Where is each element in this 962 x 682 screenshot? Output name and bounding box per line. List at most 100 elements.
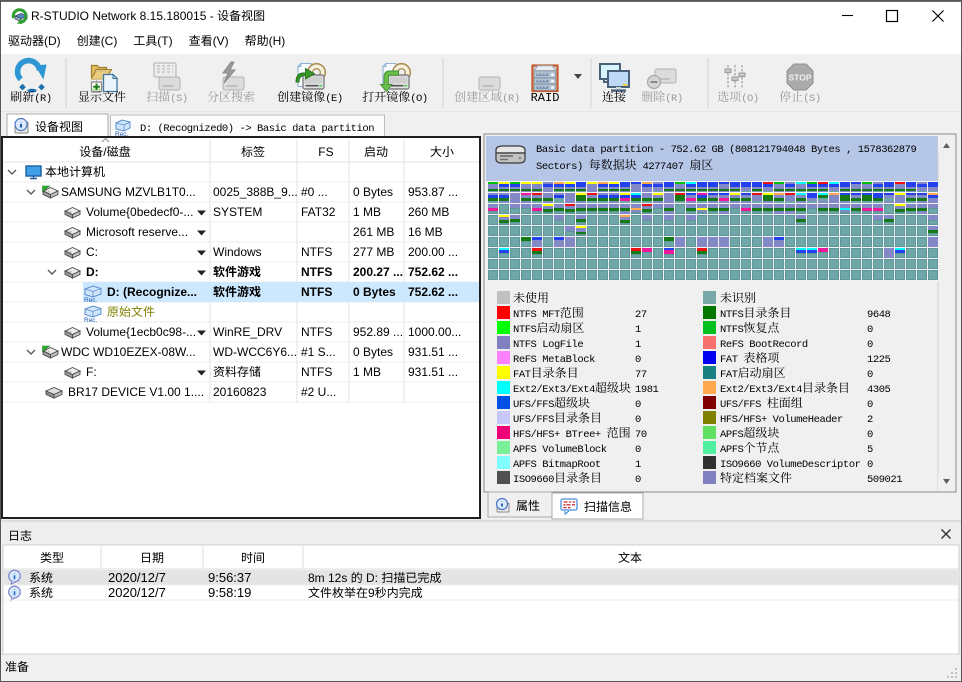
svg-text:Ext2/Ext3/Ext4: Ext2/Ext3/Ext4 [513, 384, 595, 396]
svg-text:752.62 ...: 752.62 ... [408, 265, 458, 279]
svg-text:70: 70 [635, 429, 647, 441]
svg-text:APFS BitmapRoot: APFS BitmapRoot [513, 459, 601, 471]
svg-text:9:58:19: 9:58:19 [208, 585, 251, 600]
svg-text:0 Bytes: 0 Bytes [353, 185, 393, 199]
svg-text:9:56:37: 9:56:37 [208, 570, 251, 585]
svg-text:NTFS: NTFS [513, 324, 537, 336]
svg-text:NTFS: NTFS [720, 309, 744, 321]
svg-text:NTFS LogFile: NTFS LogFile [513, 339, 583, 351]
svg-text:1: 1 [635, 339, 641, 351]
svg-text:277 MB: 277 MB [353, 245, 394, 259]
svg-text:Rec.: Rec. [84, 317, 98, 324]
svg-text:2020/12/7: 2020/12/7 [108, 570, 166, 585]
svg-text:F:: F: [86, 365, 97, 379]
svg-text:WinRE_DRV: WinRE_DRV [213, 325, 282, 339]
svg-text:260 MB: 260 MB [408, 205, 449, 219]
svg-text:200.27 ...: 200.27 ... [353, 265, 403, 279]
svg-text:(E): (E) [325, 93, 343, 105]
svg-text:4305: 4305 [867, 384, 891, 396]
svg-text:BR17 DEVICE V1.00 1....: BR17 DEVICE V1.00 1.... [68, 385, 204, 399]
svg-text:UFS/FFS: UFS/FFS [720, 399, 761, 411]
svg-text:0: 0 [867, 399, 873, 411]
svg-text:0: 0 [867, 369, 873, 381]
svg-text:C:: C: [86, 245, 98, 259]
svg-text:(V): (V) [213, 34, 229, 48]
svg-text:STOP: STOP [789, 73, 812, 83]
svg-text:#1 S...: #1 S... [301, 345, 336, 359]
svg-text:UFS/FFS: UFS/FFS [513, 414, 554, 426]
svg-text:NTFS: NTFS [301, 325, 332, 339]
svg-text:(S): (S) [170, 93, 188, 105]
svg-text:0: 0 [635, 354, 641, 366]
svg-text:D: (Recognized0) -> Basic data: D: (Recognized0) -> Basic data partition [140, 123, 374, 135]
svg-text:D:: D: [366, 571, 378, 585]
svg-text:1981: 1981 [635, 384, 659, 396]
svg-text:0: 0 [867, 429, 873, 441]
svg-text:0 Bytes: 0 Bytes [353, 345, 393, 359]
svg-text:NTFS: NTFS [720, 324, 744, 336]
svg-text:UFS/FFS: UFS/FFS [513, 399, 554, 411]
svg-text:R-STUDIO Network 8.15.180015 -: R-STUDIO Network 8.15.180015 - [31, 9, 214, 23]
svg-text:Windows: Windows [213, 245, 262, 259]
svg-text:ISO9660 VolumeDescriptor: ISO9660 VolumeDescriptor [720, 459, 861, 471]
svg-text:#0 ...: #0 ... [301, 185, 328, 199]
svg-text:NTFS MFT: NTFS MFT [513, 309, 560, 321]
svg-text:509021: 509021 [867, 474, 902, 486]
svg-text:FAT: FAT [720, 354, 738, 366]
svg-text:HFS/HFS+ BTree+: HFS/HFS+ BTree+ [513, 429, 601, 441]
svg-text:D:: D: [86, 265, 99, 279]
svg-text:16 MB: 16 MB [408, 225, 443, 239]
svg-text:(R): (R) [34, 93, 52, 105]
svg-text:Basic data partition - 752.62: Basic data partition - 752.62 GB (808121… [536, 144, 916, 156]
svg-text:0: 0 [635, 414, 641, 426]
svg-text:#2 U...: #2 U... [301, 385, 336, 399]
svg-text:0025_388B_9...: 0025_388B_9... [213, 185, 298, 199]
svg-text:FS: FS [318, 145, 333, 159]
svg-text:NTFS: NTFS [301, 265, 332, 279]
svg-text:ISO9660: ISO9660 [513, 474, 554, 486]
svg-text:NTFS: NTFS [301, 285, 332, 299]
svg-text:953.87 ...: 953.87 ... [408, 185, 458, 199]
svg-text:ReFS MetaBlock: ReFS MetaBlock [513, 354, 595, 366]
svg-text:Ext2/Ext3/Ext4: Ext2/Ext3/Ext4 [720, 384, 802, 396]
svg-text:Rec.: Rec. [84, 297, 98, 304]
svg-text:Volume{0bedecf0-...: Volume{0bedecf0-... [86, 205, 193, 219]
svg-text:931.51 ...: 931.51 ... [408, 365, 458, 379]
svg-text:Volume{1ecb0c98-...: Volume{1ecb0c98-... [86, 325, 196, 339]
svg-text:4277407: 4277407 [643, 161, 684, 173]
svg-text:HFS/HFS+ VolumeHeader: HFS/HFS+ VolumeHeader [720, 414, 843, 426]
svg-text:0: 0 [867, 459, 873, 471]
svg-text:(R): (R) [502, 93, 520, 105]
svg-text:FAT: FAT [513, 369, 531, 381]
svg-text:77: 77 [635, 369, 647, 381]
svg-text:8m 12s: 8m 12s [308, 571, 347, 585]
svg-text:952.89 ...: 952.89 ... [353, 325, 403, 339]
svg-text:1 MB: 1 MB [353, 205, 381, 219]
svg-text:NTFS: NTFS [301, 365, 332, 379]
svg-text:Microsoft reserve...: Microsoft reserve... [86, 225, 188, 239]
svg-text:(O): (O) [410, 93, 428, 105]
svg-text:0: 0 [635, 444, 641, 456]
svg-text:0 Bytes: 0 Bytes [353, 285, 396, 299]
svg-text:0: 0 [635, 399, 641, 411]
svg-text:(C): (C) [101, 34, 118, 48]
svg-text:WD-WCC6Y6...: WD-WCC6Y6... [213, 345, 297, 359]
svg-text:(S): (S) [803, 93, 821, 105]
svg-text:APFS: APFS [720, 444, 744, 456]
svg-text:FAT: FAT [720, 369, 738, 381]
svg-text:27: 27 [635, 309, 647, 321]
svg-text:RAID: RAID [531, 91, 560, 105]
svg-text:0: 0 [867, 339, 873, 351]
svg-text:(H): (H) [269, 34, 286, 48]
svg-text:9: 9 [368, 586, 375, 600]
svg-text:(O): (O) [741, 93, 759, 105]
svg-text:2020/12/7: 2020/12/7 [108, 585, 166, 600]
svg-text:261 MB: 261 MB [353, 225, 394, 239]
svg-text:FAT32: FAT32 [301, 205, 336, 219]
svg-text:NTFS: NTFS [301, 245, 332, 259]
svg-text:1: 1 [635, 324, 641, 336]
svg-text:1000.00...: 1000.00... [408, 325, 461, 339]
svg-text:APFS VolumeBlock: APFS VolumeBlock [513, 444, 607, 456]
svg-text:ReFS BootRecord: ReFS BootRecord [720, 339, 808, 351]
svg-text:SAMSUNG MZVLB1T0...: SAMSUNG MZVLB1T0... [61, 185, 196, 199]
